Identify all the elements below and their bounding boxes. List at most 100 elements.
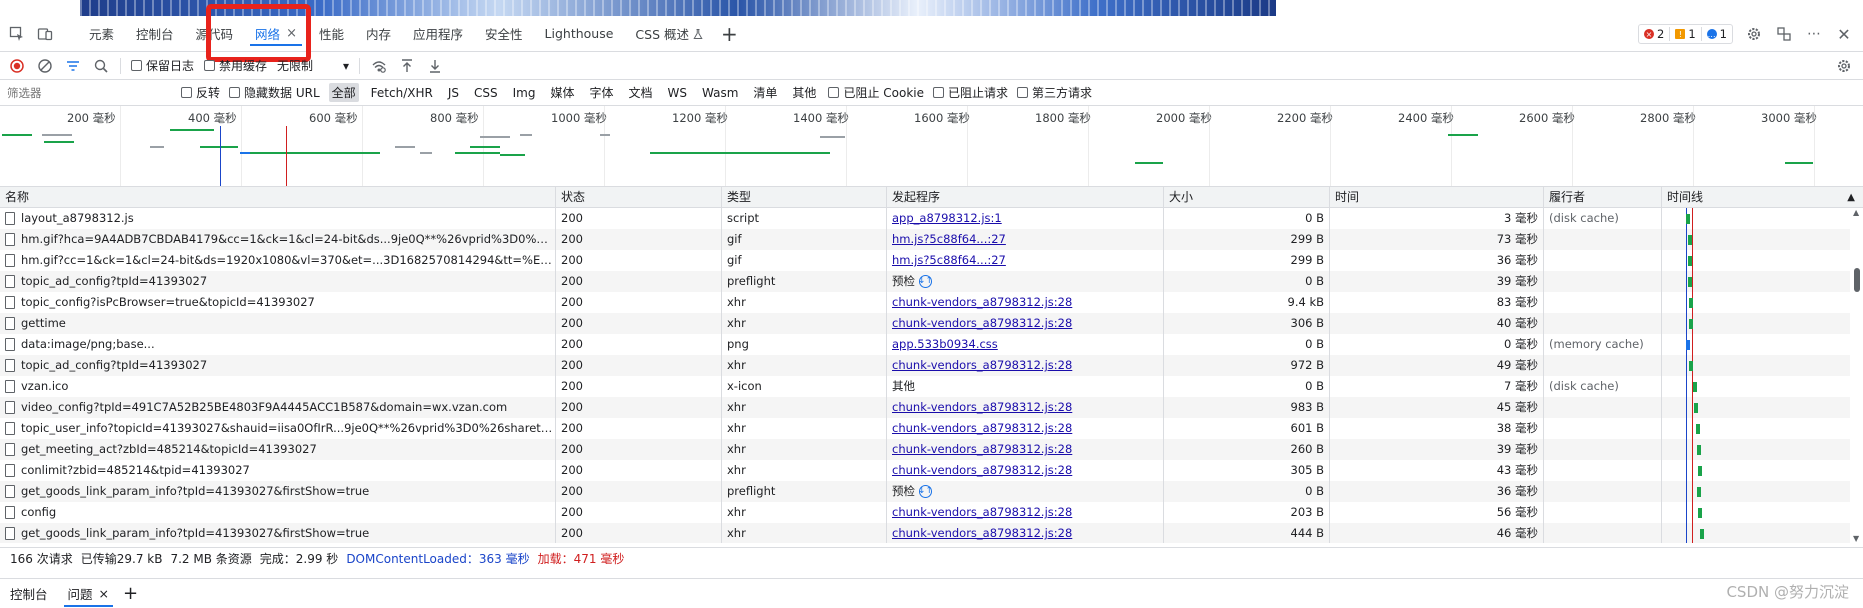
table-row[interactable]: topic_ad_config?tpId=41393027 200 xhr chunk…	[0, 355, 1850, 376]
search-icon[interactable]	[92, 57, 110, 75]
scrollbar-thumb[interactable]	[1854, 268, 1860, 292]
more-options-icon[interactable]: ⋯	[1805, 25, 1823, 43]
request-name[interactable]: config	[21, 502, 56, 523]
import-har-icon[interactable]	[398, 57, 416, 75]
initiator-link[interactable]: chunk-vendors_a8798312.js:28	[892, 316, 1072, 330]
filter-icon[interactable]	[64, 57, 82, 75]
table-row[interactable]: config 200 xhr chunk-vendors_a8798312.js:28…	[0, 502, 1850, 523]
filter-type-wasm[interactable]: Wasm	[699, 85, 741, 101]
filter-input[interactable]	[4, 83, 172, 102]
tab-application[interactable]: 应用程序	[402, 16, 474, 52]
disable-cache-checkbox[interactable]: 禁用缓存	[204, 57, 267, 74]
initiator-link[interactable]: chunk-vendors_a8798312.js:28	[892, 421, 1072, 435]
initiator-link[interactable]: chunk-vendors_a8798312.js:28	[892, 505, 1072, 519]
filter-type-manifest[interactable]: 清单	[750, 83, 780, 102]
preflight-icon[interactable]: ↓↑	[918, 275, 933, 288]
filter-type-css[interactable]: CSS	[471, 85, 501, 101]
request-name[interactable]: hm.gif?hca=9A4ADB7CBDAB4179&cc=1&ck=1&cl…	[21, 229, 555, 250]
filter-type-other[interactable]: 其他	[789, 83, 819, 102]
table-row[interactable]: get_meeting_act?zbId=485214&topicId=4139…	[0, 439, 1850, 460]
table-row[interactable]: conlimit?zbid=485214&tpid=41393027 200 xhr…	[0, 460, 1850, 481]
tab-memory[interactable]: 内存	[355, 16, 402, 52]
request-name[interactable]: topic_config?isPcBrowser=true&topicId=41…	[21, 292, 315, 313]
initiator-link[interactable]: hm.js?5c88f64...:27	[892, 232, 1006, 246]
settings-gear-icon[interactable]	[1745, 25, 1763, 43]
filter-type-fetch-xhr[interactable]: Fetch/XHR	[368, 85, 436, 101]
column-header-time[interactable]: 时间	[1330, 187, 1544, 208]
table-row[interactable]: hm.gif?hca=9A4ADB7CBDAB4179&cc=1&ck=1&cl…	[0, 229, 1850, 250]
drawer-tab-console[interactable]: 控制台	[0, 579, 58, 608]
column-header-waterfall[interactable]: 时间线 ▲	[1662, 187, 1863, 208]
filter-type-js[interactable]: JS	[445, 85, 462, 101]
initiator-link[interactable]: app.533b0934.css	[892, 337, 998, 351]
table-row[interactable]: get_goods_link_param_info?tpId=41393027&…	[0, 481, 1850, 502]
table-row[interactable]: get_goods_link_param_info?tpId=41393027&…	[0, 523, 1850, 543]
request-name[interactable]: vzan.ico	[21, 376, 68, 397]
device-toolbar-icon[interactable]	[36, 25, 54, 43]
initiator-link[interactable]: chunk-vendors_a8798312.js:28	[892, 442, 1072, 456]
third-party-checkbox[interactable]: 第三方请求	[1017, 84, 1092, 101]
invert-checkbox[interactable]: 反转	[181, 84, 220, 101]
tab-security[interactable]: 安全性	[474, 16, 534, 52]
preserve-log-checkbox[interactable]: 保留日志	[131, 57, 194, 74]
table-row[interactable]: data:image/png;base... 200 png app.533b0934…	[0, 334, 1850, 355]
request-name[interactable]: data:image/png;base...	[21, 334, 155, 355]
initiator-link[interactable]: app_a8798312.js:1	[892, 211, 1002, 225]
filter-type-all[interactable]: 全部	[328, 83, 359, 102]
initiator-link[interactable]: chunk-vendors_a8798312.js:28	[892, 295, 1072, 309]
request-name[interactable]: video_config?tpId=491C7A52B25BE4803F9A44…	[21, 397, 507, 418]
column-header-initiator[interactable]: 发起程序	[887, 187, 1164, 208]
tab-lighthouse[interactable]: Lighthouse	[534, 16, 625, 52]
filter-type-img[interactable]: Img	[510, 85, 539, 101]
table-row[interactable]: gettime 200 xhr chunk-vendors_a8798312.js:2…	[0, 313, 1850, 334]
request-name[interactable]: topic_user_info?topicId=41393027&shauid=…	[21, 418, 555, 439]
tab-css-overview[interactable]: CSS 概述	[624, 16, 715, 52]
request-name[interactable]: topic_ad_config?tpId=41393027	[21, 355, 207, 376]
column-header-status[interactable]: 状态	[556, 187, 722, 208]
drawer-tab-issues[interactable]: 问题 ×	[58, 579, 120, 608]
inspect-element-icon[interactable]	[8, 25, 26, 43]
filter-type-font[interactable]: 字体	[586, 83, 616, 102]
table-row[interactable]: topic_config?isPcBrowser=true&topicId=41…	[0, 292, 1850, 313]
request-name[interactable]: layout_a8798312.js	[21, 208, 134, 229]
tab-console[interactable]: 控制台	[125, 16, 185, 52]
close-icon[interactable]: ×	[99, 586, 109, 601]
column-header-fulfilled-by[interactable]: 履行者	[1544, 187, 1662, 208]
request-name[interactable]: get_meeting_act?zbId=485214&topicId=4139…	[21, 439, 317, 460]
add-tab-icon[interactable]: +	[721, 22, 738, 46]
table-row[interactable]: video_config?tpId=491C7A52B25BE4803F9A44…	[0, 397, 1850, 418]
request-name[interactable]: hm.gif?cc=1&ck=1&cl=24-bit&ds=1920x1080&…	[21, 250, 555, 271]
preflight-icon[interactable]: ↓↑	[918, 485, 933, 498]
table-row[interactable]: hm.gif?cc=1&ck=1&cl=24-bit&ds=1920x1080&…	[0, 250, 1850, 271]
network-settings-gear-icon[interactable]	[1835, 57, 1853, 75]
request-name[interactable]: gettime	[21, 313, 66, 334]
request-name[interactable]: topic_ad_config?tpId=41393027	[21, 271, 207, 292]
initiator-link[interactable]: hm.js?5c88f64...:27	[892, 253, 1006, 267]
table-row[interactable]: topic_ad_config?tpId=41393027 200 prefligh…	[0, 271, 1850, 292]
filter-type-ws[interactable]: WS	[665, 85, 690, 101]
connect-devices-icon[interactable]	[1775, 25, 1793, 43]
filter-type-media[interactable]: 媒体	[547, 83, 577, 102]
network-overview-timeline[interactable]: 200 毫秒 400 毫秒 600 毫秒 800 毫秒 1000 毫秒 1200 毫秒 14…	[0, 106, 1863, 187]
throttling-select[interactable]: 无限制 ▾	[277, 57, 349, 74]
hide-data-urls-checkbox[interactable]: 隐藏数据 URL	[229, 84, 320, 101]
tab-elements[interactable]: 元素	[78, 16, 125, 52]
initiator-link[interactable]: chunk-vendors_a8798312.js:28	[892, 463, 1072, 477]
clear-icon[interactable]	[36, 57, 54, 75]
scroll-up-icon[interactable]: ▲	[1853, 208, 1859, 217]
tab-performance[interactable]: 性能	[308, 16, 355, 52]
blocked-requests-checkbox[interactable]: 已阻止请求	[932, 84, 1008, 101]
blocked-cookies-checkbox[interactable]: 已阻止 Cookie	[828, 84, 924, 101]
initiator-link[interactable]: chunk-vendors_a8798312.js:28	[892, 400, 1072, 414]
initiator-link[interactable]: chunk-vendors_a8798312.js:28	[892, 526, 1072, 540]
network-conditions-icon[interactable]	[370, 57, 388, 75]
add-drawer-tab-icon[interactable]: +	[123, 583, 138, 604]
column-header-type[interactable]: 类型	[722, 187, 887, 208]
table-row[interactable]: vzan.ico 200 x-icon 其他 0 B7 毫秒 (disk cache)	[0, 376, 1850, 397]
issues-counter[interactable]: × 2 ! 1 … 1	[1638, 24, 1733, 44]
table-row[interactable]: topic_user_info?topicId=41393027&shauid=…	[0, 418, 1850, 439]
request-name[interactable]: conlimit?zbid=485214&tpid=41393027	[21, 460, 250, 481]
scroll-down-icon[interactable]: ▼	[1853, 534, 1859, 543]
request-name[interactable]: get_goods_link_param_info?tpId=41393027&…	[21, 523, 369, 543]
record-stop-icon[interactable]	[8, 57, 26, 75]
